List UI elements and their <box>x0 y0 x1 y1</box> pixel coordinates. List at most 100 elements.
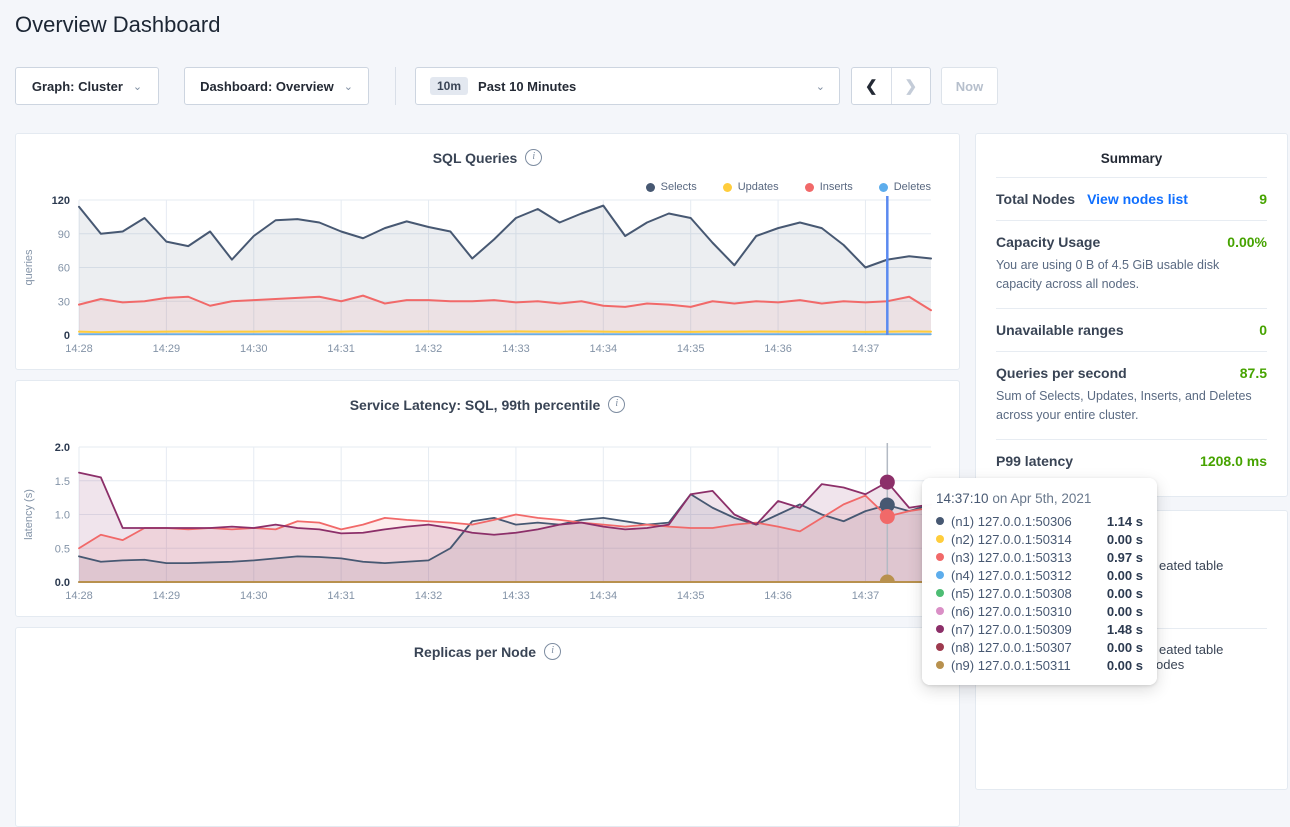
node-address: (n1) 127.0.0.1:50306 <box>951 514 1072 529</box>
svg-text:60: 60 <box>58 263 70 275</box>
node-color-dot <box>936 625 944 633</box>
sql-queries-title: SQL Queries <box>433 150 518 166</box>
sql-queries-chart[interactable]: 14:2814:2914:3014:3114:3214:3314:3414:35… <box>16 192 961 364</box>
time-range-label: Past 10 Minutes <box>478 79 576 94</box>
node-address: (n7) 127.0.0.1:50309 <box>951 622 1072 637</box>
node-color-dot <box>936 607 944 615</box>
svg-text:30: 30 <box>58 296 70 308</box>
chart-title-row: SQL Queries i <box>16 149 959 166</box>
queries-per-second-subtext: Sum of Selects, Updates, Inserts, and De… <box>996 387 1267 426</box>
svg-text:14:34: 14:34 <box>590 343 618 355</box>
total-nodes-label: Total Nodes <box>996 191 1075 207</box>
info-icon[interactable]: i <box>544 643 561 660</box>
unavailable-ranges-label: Unavailable ranges <box>996 322 1124 338</box>
node-address: (n2) 127.0.0.1:50314 <box>951 532 1072 547</box>
info-icon[interactable]: i <box>608 396 625 413</box>
node-address: (n3) 127.0.0.1:50313 <box>951 550 1072 565</box>
svg-text:14:36: 14:36 <box>764 590 792 602</box>
node-color-dot <box>936 571 944 579</box>
node-color-dot <box>936 661 944 669</box>
p99-latency-value: 1208.0 ms <box>1200 453 1267 469</box>
capacity-usage-subtext: You are using 0 B of 4.5 GiB usable disk… <box>996 256 1267 295</box>
svg-text:queries: queries <box>23 249 35 286</box>
dashboard-dropdown-label: Dashboard: Overview <box>200 79 334 94</box>
svg-text:0: 0 <box>64 330 70 342</box>
node-latency-value: 0.00 s <box>1107 604 1143 619</box>
svg-text:14:30: 14:30 <box>240 590 268 602</box>
chart-title-row: Replicas per Node i <box>16 643 959 660</box>
svg-text:14:31: 14:31 <box>327 590 355 602</box>
svg-text:latency (s): latency (s) <box>23 489 35 540</box>
node-address: (n4) 127.0.0.1:50312 <box>951 568 1072 583</box>
summary-row-qps: Queries per second 87.5 Sum of Selects, … <box>996 351 1267 439</box>
node-latency-value: 0.00 s <box>1107 586 1143 601</box>
previous-timeframe-button[interactable]: ❮ <box>852 68 892 104</box>
svg-text:14:34: 14:34 <box>590 590 618 602</box>
time-range-dropdown[interactable]: 10m Past 10 Minutes ⌄ <box>415 67 840 105</box>
tooltip-row: (n8) 127.0.0.1:50307 0.00 s <box>936 638 1143 656</box>
view-nodes-list-link[interactable]: View nodes list <box>1087 191 1188 207</box>
now-button[interactable]: Now <box>941 67 998 105</box>
unavailable-ranges-value: 0 <box>1259 322 1267 338</box>
chevron-down-icon: ⌄ <box>133 80 142 93</box>
svg-text:14:30: 14:30 <box>240 343 268 355</box>
legend-dot <box>723 183 732 192</box>
node-latency-value: 1.14 s <box>1107 514 1143 529</box>
tooltip-node-list: (n1) 127.0.0.1:503061.14 s(n2) 127.0.0.1… <box>936 512 1143 674</box>
tooltip-row: (n1) 127.0.0.1:50306 1.14 s <box>936 512 1143 530</box>
tooltip-row: (n9) 127.0.0.1:503110.00 s <box>936 656 1143 674</box>
node-color-dot <box>936 535 944 543</box>
node-latency-value: 1.48 s <box>1107 622 1143 637</box>
node-latency-value: 0.00 s <box>1107 568 1143 583</box>
node-latency-value: 0.97 s <box>1107 550 1143 565</box>
tooltip-row: (n3) 127.0.0.1:50313 0.97 s <box>936 548 1143 566</box>
legend-dot <box>879 183 888 192</box>
event-text-fragment: odes <box>1156 657 1184 672</box>
total-nodes-value: 9 <box>1259 191 1267 207</box>
time-range-badge: 10m <box>430 77 468 95</box>
node-address: (n8) 127.0.0.1:50307 <box>951 640 1072 655</box>
svg-text:14:29: 14:29 <box>153 590 181 602</box>
svg-text:1.5: 1.5 <box>55 476 70 488</box>
summary-row-capacity: Capacity Usage 0.00% You are using 0 B o… <box>996 220 1267 308</box>
svg-text:120: 120 <box>52 195 70 207</box>
tooltip-row: (n7) 127.0.0.1:50309 1.48 s <box>936 620 1143 638</box>
service-latency-card: Service Latency: SQL, 99th percentile i … <box>15 380 960 617</box>
svg-text:1.0: 1.0 <box>55 510 70 522</box>
toolbar-divider <box>395 67 396 105</box>
info-icon[interactable]: i <box>525 149 542 166</box>
dashboard-dropdown[interactable]: Dashboard: Overview ⌄ <box>184 67 369 105</box>
chart-hover-tooltip: 14:37:10 on Apr 5th, 2021 (n1) 127.0.0.1… <box>922 478 1157 685</box>
svg-text:14:32: 14:32 <box>415 590 443 602</box>
event-text-fragment: eated table <box>1159 558 1223 573</box>
svg-text:14:35: 14:35 <box>677 590 705 602</box>
sql-queries-card: SQL Queries i SelectsUpdatesInsertsDelet… <box>15 133 960 370</box>
tooltip-time: 14:37:10 <box>936 491 989 506</box>
tooltip-row: (n4) 127.0.0.1:50312 0.00 s <box>936 566 1143 584</box>
replicas-per-node-title: Replicas per Node <box>414 644 536 660</box>
svg-text:14:37: 14:37 <box>852 343 880 355</box>
svg-text:14:37: 14:37 <box>852 590 880 602</box>
summary-row-total-nodes: Total Nodes View nodes list 9 <box>996 177 1267 220</box>
next-timeframe-button[interactable]: ❯ <box>892 68 931 104</box>
svg-text:14:28: 14:28 <box>65 343 93 355</box>
svg-text:14:29: 14:29 <box>153 343 181 355</box>
service-latency-chart[interactable]: 14:28 14:29 14:30 14:31 14:32 14:33 14:34 14:35… <box>16 439 961 611</box>
graph-dropdown[interactable]: Graph: Cluster ⌄ <box>15 67 159 105</box>
svg-text:90: 90 <box>58 229 70 241</box>
queries-per-second-value: 87.5 <box>1240 365 1267 381</box>
summary-row-p99: P99 latency 1208.0 ms <box>996 439 1267 482</box>
svg-text:14:31: 14:31 <box>327 343 355 355</box>
svg-text:14:33: 14:33 <box>502 590 530 602</box>
svg-text:14:28: 14:28 <box>65 590 93 602</box>
node-latency-value: 0.00 s <box>1107 640 1143 655</box>
node-address: (n5) 127.0.0.1:50308 <box>951 586 1072 601</box>
node-address: (n9) 127.0.0.1:50311 <box>951 658 1071 673</box>
tooltip-row: (n2) 127.0.0.1:50314 0.00 s <box>936 530 1143 548</box>
replicas-per-node-card: Replicas per Node i <box>15 627 960 827</box>
node-latency-value: 0.00 s <box>1107 532 1143 547</box>
queries-per-second-label: Queries per second <box>996 365 1127 381</box>
node-color-dot <box>936 589 944 597</box>
tooltip-timestamp: 14:37:10 on Apr 5th, 2021 <box>936 491 1143 506</box>
legend-dot <box>805 183 814 192</box>
